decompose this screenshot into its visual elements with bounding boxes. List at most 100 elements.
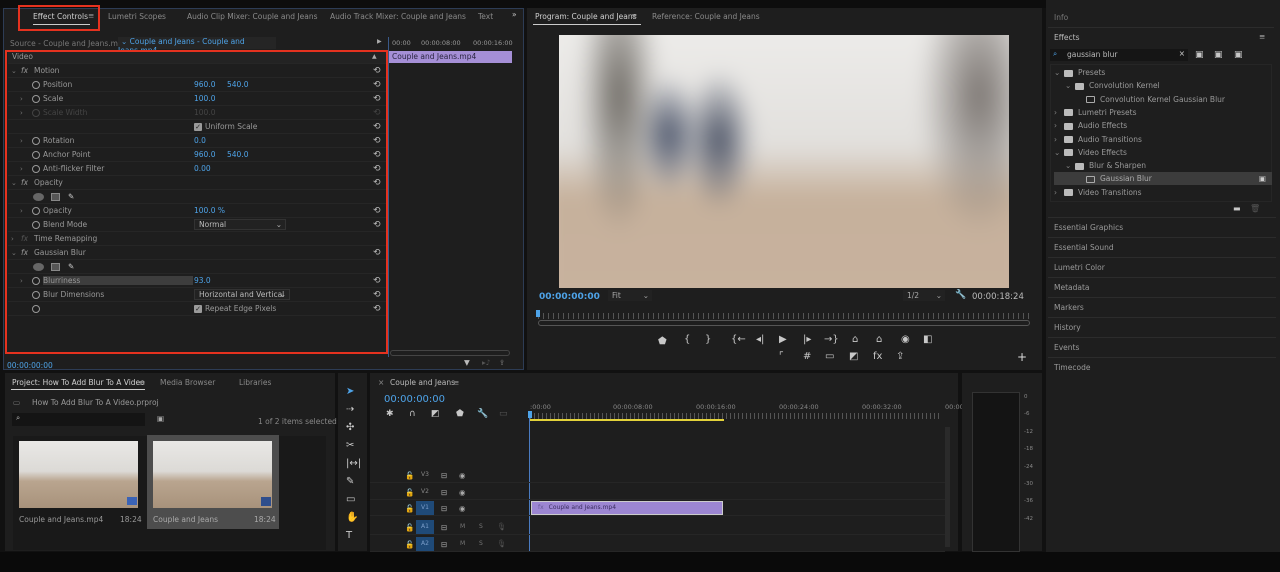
fx-icon[interactable]: fx bbox=[21, 178, 28, 187]
expand-chevron-icon[interactable]: › bbox=[20, 277, 23, 285]
slip-tool-icon[interactable]: |↔| bbox=[346, 458, 361, 469]
project-search-input[interactable]: ⌕ bbox=[12, 413, 145, 426]
work-area-bar[interactable] bbox=[530, 419, 724, 421]
new-bin-icon[interactable]: ▣ bbox=[157, 414, 164, 423]
export-icon[interactable]: ⇪ bbox=[499, 358, 505, 367]
proxy-toggle-icon[interactable]: ▭ bbox=[825, 351, 834, 362]
effect-row-rotation[interactable]: › Rotation 0.0 ⟲ bbox=[8, 134, 386, 148]
expand-chevron-icon[interactable]: › bbox=[1054, 186, 1064, 199]
reset-icon[interactable]: ⟲ bbox=[373, 304, 381, 314]
tab-media-browser[interactable]: Media Browser bbox=[160, 378, 215, 387]
linked-selection-icon[interactable]: ◩ bbox=[431, 409, 440, 419]
lock-icon[interactable]: 🔓 bbox=[405, 523, 414, 532]
comparison-view-icon[interactable]: ◧ bbox=[923, 334, 932, 345]
expand-chevron-icon[interactable]: › bbox=[20, 95, 23, 103]
export-frame-icon[interactable]: ◉ bbox=[901, 334, 910, 345]
tab-audio-track-mixer[interactable]: Audio Track Mixer: Couple and Jeans bbox=[330, 12, 466, 21]
pen-mask-icon[interactable]: ✎ bbox=[68, 192, 74, 201]
track-target-a1[interactable]: A1 bbox=[416, 520, 434, 534]
sequence-clip-selector[interactable]: ⌄ Couple and Jeans - Couple and Jeans.mp… bbox=[118, 37, 276, 55]
source-clip-label[interactable]: Source - Couple and Jeans.mp4 bbox=[10, 39, 127, 48]
property-value[interactable]: 100.0 bbox=[194, 108, 215, 117]
safe-margins-icon[interactable]: ⌜ bbox=[779, 351, 784, 362]
effect-row-masks[interactable]: ✎ bbox=[8, 260, 386, 274]
fx-icon[interactable]: fx bbox=[21, 234, 28, 243]
ec-clip-bar[interactable]: Couple and Jeans.mp4 bbox=[389, 51, 512, 63]
stopwatch-icon[interactable] bbox=[32, 80, 40, 89]
effect-row-video[interactable]: Video ▲ bbox=[8, 50, 386, 64]
rectangle-mask-icon[interactable] bbox=[51, 192, 60, 201]
reset-icon[interactable]: ⟲ bbox=[373, 108, 381, 118]
type-tool-icon[interactable]: T bbox=[346, 530, 352, 541]
effects-tree-item[interactable]: Convolution Kernel Gaussian Blur bbox=[1054, 93, 1272, 106]
panel-metadata[interactable]: Metadata bbox=[1048, 277, 1276, 297]
tab-text[interactable]: Text bbox=[478, 12, 493, 21]
program-time-ruler[interactable] bbox=[538, 313, 1030, 319]
sync-lock-icon[interactable]: ⊟ bbox=[441, 471, 447, 480]
captions-icon[interactable]: ▭ bbox=[499, 409, 508, 419]
reset-icon[interactable]: ⟲ bbox=[373, 220, 381, 230]
snap-icon[interactable]: ∩ bbox=[409, 409, 416, 419]
video-preview[interactable] bbox=[559, 35, 1009, 288]
playhead-handle[interactable] bbox=[528, 411, 532, 418]
stopwatch-icon[interactable] bbox=[32, 150, 40, 159]
microphone-icon[interactable]: 🎙 bbox=[497, 539, 507, 548]
effect-row-opacity[interactable]: ⌄ fx Opacity ⟲ bbox=[8, 176, 386, 190]
property-value[interactable]: 960.0 bbox=[194, 150, 215, 159]
mark-out-icon[interactable]: } bbox=[705, 334, 711, 345]
fx-icon[interactable]: fx bbox=[21, 248, 28, 257]
effect-row-blurriness[interactable]: › Blurriness 93.0 ⟲ bbox=[8, 274, 386, 288]
track-select-tool-icon[interactable]: ⇢ bbox=[346, 404, 354, 415]
expand-chevron-icon[interactable]: ⌄ bbox=[1054, 66, 1064, 79]
add-button-icon[interactable]: + bbox=[1017, 350, 1027, 364]
property-value[interactable]: 100.0 % bbox=[194, 206, 225, 215]
expand-chevron-icon[interactable]: › bbox=[1054, 133, 1064, 146]
panel-timecode[interactable]: Timecode bbox=[1048, 357, 1276, 377]
add-marker-icon[interactable]: ⬟ bbox=[658, 336, 667, 347]
reset-icon[interactable]: ⟲ bbox=[373, 178, 381, 188]
panel-markers[interactable]: Markers bbox=[1048, 297, 1276, 317]
effects-tree-item[interactable]: › Lumetri Presets bbox=[1054, 106, 1272, 119]
effect-row-motion[interactable]: ⌄ fx Motion ⟲ bbox=[8, 64, 386, 78]
checkbox-uniform-scale[interactable]: ✓ Uniform Scale bbox=[194, 122, 257, 131]
panel-menu-icon[interactable]: ≡ bbox=[88, 11, 94, 20]
panel-lumetri-color[interactable]: Lumetri Color bbox=[1048, 257, 1276, 277]
fx-toggle-icon[interactable]: fx bbox=[873, 351, 882, 362]
lock-icon[interactable]: 🔓 bbox=[405, 471, 414, 480]
stopwatch-icon[interactable] bbox=[32, 290, 40, 299]
effects-tree-item[interactable]: ⌄ Video Effects bbox=[1054, 146, 1272, 159]
eye-icon[interactable]: ◉ bbox=[459, 488, 466, 497]
sync-lock-icon[interactable]: ⊟ bbox=[441, 523, 447, 532]
ec-mini-timeline[interactable] bbox=[388, 37, 513, 357]
expand-chevron-icon[interactable]: › bbox=[20, 165, 23, 173]
expand-chevron-icon[interactable]: ⌄ bbox=[11, 249, 17, 257]
32bit-effects-icon[interactable]: ▣ bbox=[1214, 50, 1223, 60]
effect-row-repeat-edge-pixels[interactable]: ✓ Repeat Edge Pixels ⟲ bbox=[8, 302, 386, 316]
reset-icon[interactable]: ⟲ bbox=[373, 94, 381, 104]
project-item[interactable]: Couple and Jeans.mp4 18:24 bbox=[15, 437, 142, 527]
effect-row-gaussian-blur[interactable]: ⌄ fx Gaussian Blur ⟲ bbox=[8, 246, 386, 260]
property-value-2[interactable]: 540.0 bbox=[227, 150, 248, 159]
close-sequence-icon[interactable]: × bbox=[378, 378, 384, 387]
go-to-in-icon[interactable]: {← bbox=[731, 334, 746, 345]
reset-icon[interactable]: ⟲ bbox=[373, 80, 381, 90]
expand-chevron-icon[interactable]: › bbox=[1054, 119, 1064, 132]
ellipse-mask-icon[interactable] bbox=[33, 262, 44, 271]
panel-menu-icon[interactable]: ≡ bbox=[631, 11, 637, 20]
panel-menu-icon[interactable]: ≡ bbox=[139, 378, 145, 387]
play-audio-icon[interactable]: ▸♪ bbox=[482, 358, 491, 367]
sync-lock-icon[interactable]: ⊟ bbox=[441, 488, 447, 497]
reset-icon[interactable]: ⟲ bbox=[373, 150, 381, 160]
ripple-edit-tool-icon[interactable]: ✣ bbox=[346, 422, 354, 433]
timeline-clip[interactable]: fx Couple and Jeans.mp4 bbox=[531, 501, 723, 515]
checkbox-repeat-edge-pixels[interactable]: ✓ Repeat Edge Pixels bbox=[194, 304, 276, 313]
clear-search-icon[interactable]: × bbox=[1179, 49, 1185, 58]
effect-row-anti-flicker-filter[interactable]: › Anti-flicker Filter 0.00 ⟲ bbox=[8, 162, 386, 176]
track-target-v3[interactable]: V3 bbox=[416, 468, 434, 482]
reset-icon[interactable]: ⟲ bbox=[373, 122, 381, 132]
tab-effect-controls[interactable]: Effect Controls bbox=[33, 12, 88, 21]
pen-tool-icon[interactable]: ✎ bbox=[346, 476, 354, 487]
microphone-icon[interactable]: 🎙 bbox=[497, 522, 507, 531]
resolution-dropdown[interactable]: 1/2 ⌄ bbox=[903, 290, 945, 301]
play-icon[interactable]: ▶ bbox=[779, 334, 787, 345]
